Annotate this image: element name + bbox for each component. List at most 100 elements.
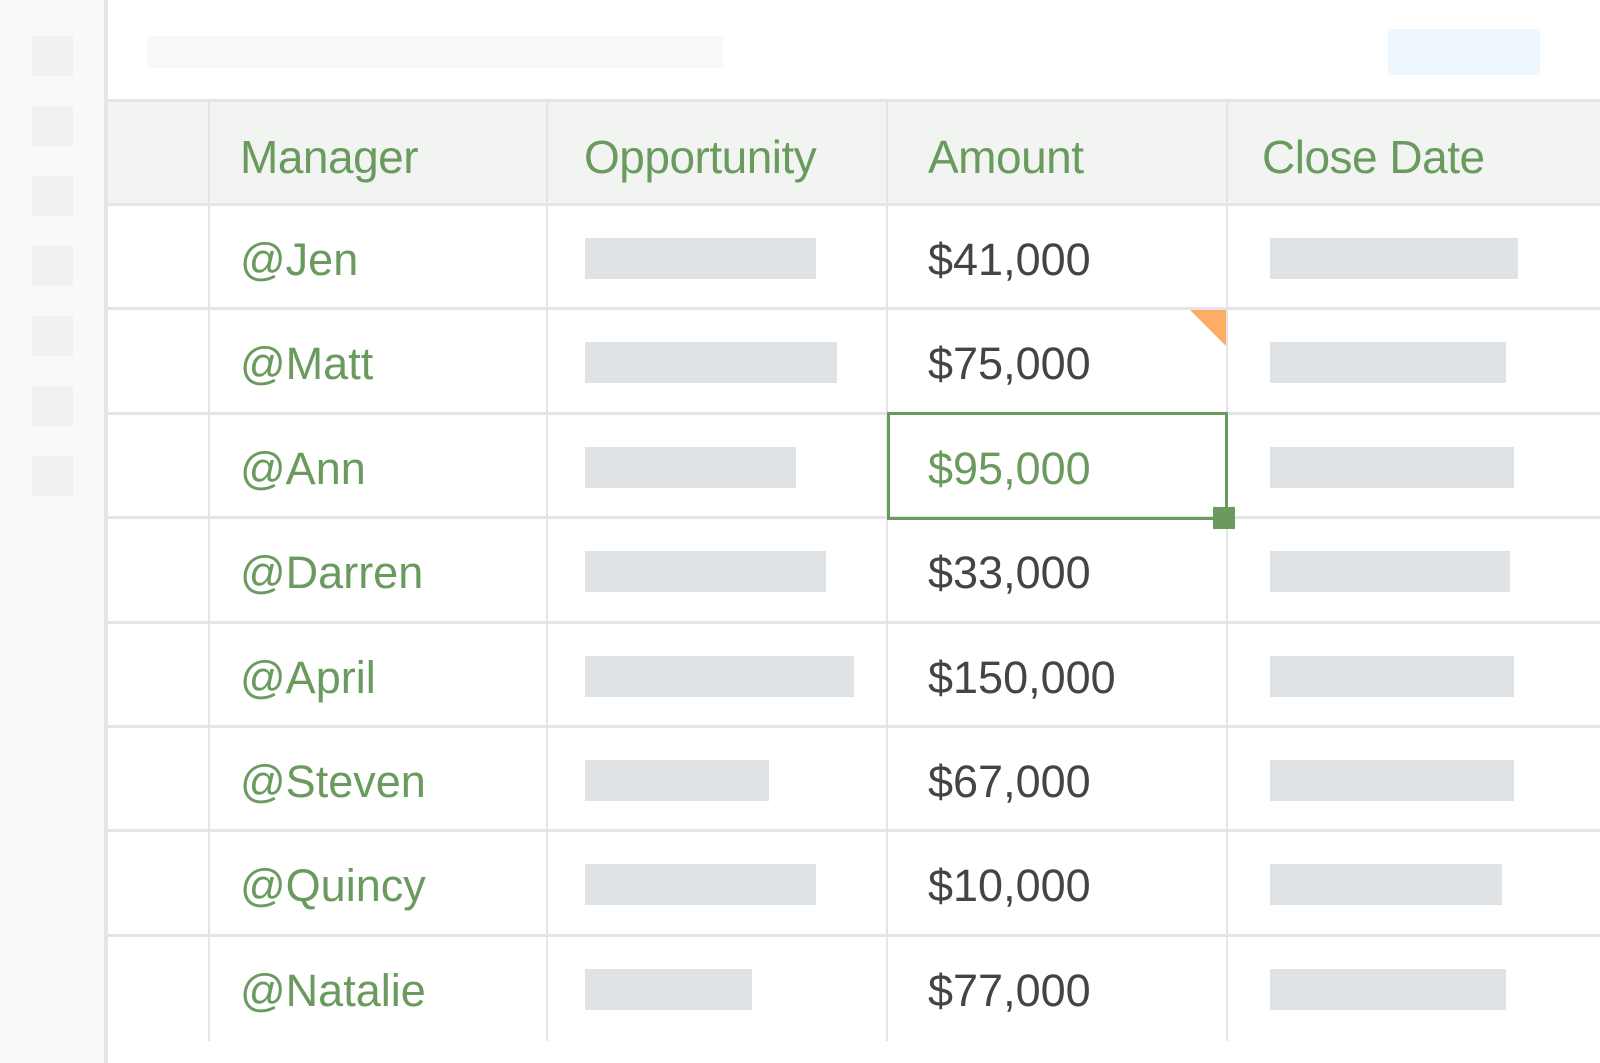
column-header-amount[interactable]: Amount	[888, 102, 1228, 206]
close-date-placeholder	[1270, 446, 1514, 488]
amount-value: $150,000	[928, 651, 1116, 703]
close-date-cell[interactable]	[1228, 937, 1600, 1041]
opportunity-placeholder	[585, 551, 826, 593]
close-date-cell[interactable]	[1228, 519, 1600, 623]
amount-cell[interactable]: $41,000	[888, 206, 1228, 311]
title-placeholder	[147, 36, 723, 68]
sidebar-item[interactable]	[32, 176, 73, 216]
manager-cell[interactable]: @Steven	[210, 728, 548, 833]
manager-cell[interactable]: @Natalie	[210, 936, 548, 1042]
manager-cell[interactable]: @Ann	[210, 414, 548, 520]
opportunity-cell[interactable]	[548, 832, 888, 937]
amount-value: $67,000	[928, 756, 1091, 807]
opportunity-cell[interactable]	[548, 519, 888, 624]
opportunity-cell[interactable]	[548, 310, 888, 415]
manager-cell[interactable]: @Darren	[210, 519, 548, 624]
amount-value: $75,000	[928, 338, 1091, 390]
manager-cell[interactable]: @April	[210, 623, 548, 728]
manager-cell[interactable]: @Jen	[210, 206, 548, 311]
opportunity-placeholder	[585, 238, 816, 279]
header-row: Manager Opportunity Amount Close Date	[108, 99, 1600, 206]
close-date-cell[interactable]	[1228, 415, 1600, 519]
manager-mention[interactable]: @Steven	[240, 756, 426, 808]
close-date-cell[interactable]	[1228, 206, 1600, 310]
sidebar	[0, 0, 108, 1063]
amount-cell[interactable]: $95,000	[887, 411, 1235, 530]
sidebar-item[interactable]	[32, 106, 73, 146]
manager-cell[interactable]: @Quincy	[210, 832, 548, 937]
table-row: @Steven $67,000	[108, 725, 1600, 833]
amount-value: $41,000	[928, 234, 1091, 285]
opportunity-cell[interactable]	[548, 414, 888, 520]
table-row: @Matt $75,000	[108, 307, 1600, 415]
amount-value: $33,000	[928, 547, 1091, 599]
column-header-manager[interactable]: Manager	[210, 102, 548, 206]
sidebar-item[interactable]	[32, 36, 73, 76]
row-number-cell[interactable]	[108, 832, 210, 937]
row-number-cell[interactable]	[108, 623, 210, 728]
column-header-label: Amount	[928, 131, 1084, 183]
opportunity-placeholder	[585, 968, 752, 1010]
row-number-cell[interactable]	[108, 936, 210, 1042]
amount-cell[interactable]: $67,000	[888, 728, 1228, 833]
row-number-cell[interactable]	[108, 206, 210, 311]
sidebar-item[interactable]	[32, 386, 73, 426]
opportunity-placeholder	[585, 760, 769, 801]
close-date-cell[interactable]	[1228, 310, 1600, 414]
row-number-cell[interactable]	[108, 310, 210, 415]
close-date-placeholder	[1270, 342, 1506, 384]
sidebar-item[interactable]	[32, 246, 73, 286]
column-header-label: Opportunity	[584, 131, 817, 183]
manager-mention[interactable]: @Matt	[240, 338, 373, 390]
close-date-placeholder	[1270, 551, 1510, 593]
row-number-cell[interactable]	[108, 414, 210, 520]
amount-cell[interactable]: $33,000	[888, 519, 1228, 624]
header-corner-cell[interactable]	[108, 102, 210, 206]
amount-value: $77,000	[928, 964, 1091, 1016]
row-number-cell[interactable]	[108, 519, 210, 624]
amount-value: $10,000	[928, 860, 1091, 912]
opportunity-cell[interactable]	[548, 728, 888, 833]
close-date-placeholder	[1270, 238, 1518, 279]
amount-cell[interactable]: $10,000	[888, 832, 1228, 937]
close-date-placeholder	[1270, 864, 1502, 906]
opportunity-cell[interactable]	[548, 206, 888, 311]
table-row: @Jen $41,000	[108, 203, 1600, 311]
table-row: @Natalie $77,000	[108, 933, 1600, 1042]
close-date-placeholder	[1270, 760, 1514, 801]
close-date-cell[interactable]	[1228, 624, 1600, 728]
amount-cell[interactable]: $75,000	[888, 310, 1228, 415]
close-date-placeholder	[1270, 655, 1514, 697]
amount-cell[interactable]: $77,000	[888, 936, 1228, 1042]
column-header-label: Close Date	[1262, 131, 1485, 183]
manager-mention[interactable]: @Natalie	[240, 965, 426, 1017]
opportunity-cell[interactable]	[548, 936, 888, 1042]
close-date-cell[interactable]	[1228, 728, 1600, 832]
opportunity-placeholder	[585, 655, 854, 697]
manager-mention[interactable]: @Quincy	[240, 860, 426, 912]
opportunity-cell[interactable]	[548, 623, 888, 728]
column-header-opportunity[interactable]: Opportunity	[548, 102, 888, 206]
manager-cell[interactable]: @Matt	[210, 310, 548, 415]
comment-indicator-icon[interactable]	[1190, 310, 1226, 347]
manager-mention[interactable]: @Jen	[240, 234, 358, 286]
manager-mention[interactable]: @Ann	[240, 443, 366, 495]
column-header-label: Manager	[240, 131, 419, 183]
table-row: @April $150,000	[108, 620, 1600, 728]
table-row: @Ann $95,000	[108, 411, 1600, 530]
manager-mention[interactable]: @April	[240, 652, 376, 704]
sidebar-item[interactable]	[32, 316, 73, 356]
sidebar-item[interactable]	[32, 456, 73, 496]
table-row: @Quincy $10,000	[108, 829, 1600, 937]
opportunity-placeholder	[585, 342, 837, 384]
opportunity-placeholder	[585, 446, 796, 488]
toolbar-action-button[interactable]	[1388, 29, 1540, 75]
opportunity-placeholder	[585, 864, 816, 906]
column-header-close-date[interactable]: Close Date	[1228, 102, 1600, 206]
row-number-cell[interactable]	[108, 728, 210, 833]
amount-cell[interactable]: $150,000	[888, 623, 1228, 728]
manager-mention[interactable]: @Darren	[240, 547, 423, 599]
close-date-cell[interactable]	[1228, 832, 1600, 936]
table-row: @Darren $33,000	[108, 516, 1600, 624]
close-date-placeholder	[1270, 968, 1506, 1010]
